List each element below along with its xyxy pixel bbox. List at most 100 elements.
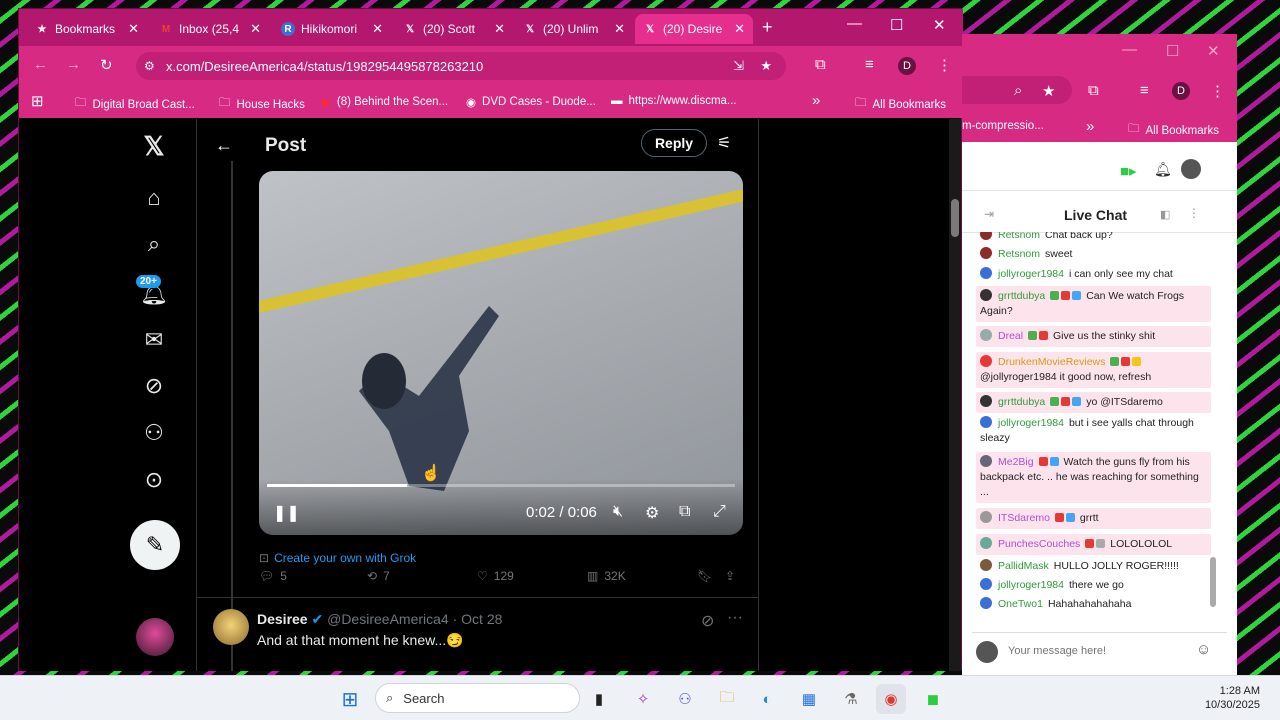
- chat-username[interactable]: Me2Big: [998, 456, 1034, 468]
- author-handle[interactable]: @DesireeAmerica4: [327, 611, 449, 627]
- emoji-icon[interactable]: ☺: [1196, 641, 1211, 658]
- share-icon[interactable]: ⇪: [725, 569, 735, 583]
- close-icon[interactable]: ✕: [372, 21, 383, 37]
- forward-icon[interactable]: →: [66, 56, 81, 73]
- minimize-icon[interactable]: —: [847, 15, 862, 32]
- chat-username[interactable]: grrttdubya: [998, 290, 1045, 302]
- all-bookmarks[interactable]: 🗀 All Bookmarks: [1128, 121, 1219, 140]
- tab-scott[interactable]: 𝕏 (20) Scott ✕: [395, 14, 513, 44]
- post-date[interactable]: · Oct 28: [453, 611, 503, 627]
- chat-username[interactable]: Dreal: [998, 330, 1023, 342]
- chat-username[interactable]: Retsnom: [998, 232, 1040, 241]
- tab-desiree[interactable]: 𝕏 (20) Desire ✕: [635, 14, 753, 44]
- chat-username[interactable]: ITSdaremo: [998, 512, 1050, 524]
- chat-username[interactable]: DrunkenMovieReviews: [998, 356, 1105, 368]
- apps-grid-icon[interactable]: ⊞: [31, 92, 44, 110]
- video-progress-bar[interactable]: [267, 484, 735, 487]
- chat-username[interactable]: PunchesCouches: [998, 538, 1080, 550]
- tab-hikikomori[interactable]: R Hikikomori ✕: [273, 14, 391, 44]
- scrollbar-thumb[interactable]: [951, 199, 959, 237]
- site-info-icon[interactable]: ⚙: [144, 59, 155, 73]
- author-avatar[interactable]: [213, 609, 249, 645]
- chat-menu-icon[interactable]: ⋮: [1188, 206, 1200, 220]
- scrollbar-thumb[interactable]: [1210, 557, 1216, 607]
- bookmark-icon[interactable]: 🔖︎: [697, 569, 712, 583]
- chat-message-input[interactable]: [1008, 641, 1188, 661]
- new-tab-icon[interactable]: +: [762, 17, 773, 38]
- tab-bookmarks[interactable]: ★ Bookmarks ✕: [27, 14, 147, 44]
- tab-search-icon[interactable]: ⧉: [815, 56, 826, 73]
- chat-app-icon[interactable]: ◼: [918, 684, 948, 714]
- video-player[interactable]: ❚❚ 0:02 / 0:06 🔇︎ ⚙ ⧉ ⤢ ☝: [259, 171, 743, 535]
- tab-unlim[interactable]: 𝕏 (20) Unlim ✕: [515, 14, 633, 44]
- chat-username[interactable]: PallidMask: [998, 560, 1049, 572]
- reload-icon[interactable]: ↻: [100, 56, 113, 74]
- url-input[interactable]: ⚙ x.com/DesireeAmerica4/status/198295449…: [136, 52, 786, 80]
- home-icon[interactable]: ⌂: [137, 181, 171, 215]
- media-control-icon[interactable]: ≡: [1140, 82, 1149, 99]
- profile-icon[interactable]: ⚇: [137, 416, 171, 450]
- chat-username[interactable]: jollyroger1984: [998, 417, 1064, 429]
- filter-icon[interactable]: ⚟: [717, 133, 731, 153]
- chat-username[interactable]: jollyroger1984: [998, 268, 1064, 280]
- chrome-icon[interactable]: ◉: [876, 684, 906, 714]
- author-name[interactable]: Desiree: [257, 611, 308, 627]
- teams-icon[interactable]: ⚇: [670, 684, 700, 714]
- close-icon[interactable]: ✕: [614, 21, 625, 37]
- minimize-icon[interactable]: —: [1122, 41, 1137, 58]
- copilot-icon[interactable]: ✧: [628, 684, 658, 714]
- profile-avatar[interactable]: D: [1172, 82, 1190, 100]
- file-explorer-icon[interactable]: 🗀: [712, 684, 742, 714]
- all-bookmarks[interactable]: 🗀 All Bookmarks: [855, 95, 946, 114]
- window-close-icon[interactable]: ✕: [933, 16, 946, 34]
- go-live-icon[interactable]: ■▸: [1120, 162, 1137, 180]
- bookmark-item[interactable]: m-compressio...: [962, 120, 1044, 132]
- mute-icon[interactable]: 🔇︎: [613, 503, 623, 521]
- like-count[interactable]: ♡ 129: [477, 569, 514, 583]
- chat-scrollbar[interactable]: [1210, 237, 1216, 617]
- compose-post-button[interactable]: ✎: [130, 520, 180, 570]
- page-scrollbar[interactable]: [949, 119, 961, 671]
- messages-icon[interactable]: ✉: [137, 323, 171, 357]
- more-options-icon[interactable]: ···: [727, 609, 743, 627]
- store-icon[interactable]: ▦: [794, 684, 824, 714]
- more-bookmarks-icon[interactable]: »: [1086, 118, 1094, 135]
- popout-icon[interactable]: ◧: [1160, 208, 1170, 221]
- maximize-icon[interactable]: ☐: [890, 16, 903, 34]
- taskbar-search[interactable]: ⌕ Search: [375, 683, 580, 713]
- view-count[interactable]: ▥ 32K: [587, 569, 626, 583]
- close-icon[interactable]: ✕: [250, 21, 261, 37]
- bookmark-item[interactable]: 🗀 House Hacks: [219, 95, 305, 114]
- more-icon[interactable]: ⊙: [137, 463, 171, 497]
- bookmark-star-icon[interactable]: ★: [760, 58, 772, 74]
- chat-username[interactable]: Retsnom: [998, 248, 1040, 260]
- pause-icon[interactable]: ❚❚: [273, 503, 300, 523]
- more-bookmarks-icon[interactable]: »: [812, 92, 820, 109]
- user-avatar[interactable]: [1181, 159, 1201, 179]
- fullscreen-icon[interactable]: ⤢: [713, 503, 726, 521]
- grok-icon[interactable]: ⊘: [701, 611, 714, 631]
- window-close-icon[interactable]: ✕: [1207, 42, 1220, 60]
- notification-bell-icon[interactable]: 🔔︎: [1154, 161, 1172, 178]
- tab-search-icon[interactable]: ⧉: [1088, 82, 1099, 99]
- bookmark-item[interactable]: ▬ https://www.discma...: [611, 95, 737, 107]
- app-icon[interactable]: ⚗: [836, 684, 866, 714]
- collapse-chat-icon[interactable]: ⇥: [984, 207, 994, 221]
- task-view-icon[interactable]: ▮: [584, 684, 614, 714]
- grok-icon[interactable]: ⊘: [137, 369, 171, 403]
- repost-count[interactable]: ⟲ 7: [367, 569, 390, 583]
- bookmark-star-icon[interactable]: ★: [1042, 82, 1055, 100]
- grok-link[interactable]: ⊡ Create your own with Grok: [259, 551, 416, 565]
- back-icon[interactable]: ←: [33, 56, 48, 73]
- bookmark-item[interactable]: ◉ DVD Cases - Duode...: [466, 95, 596, 109]
- menu-icon[interactable]: ⋮: [1210, 82, 1225, 100]
- system-clock[interactable]: 1:28 AM 10/30/2025: [1205, 684, 1260, 712]
- reply-button[interactable]: Reply: [641, 129, 707, 157]
- close-icon[interactable]: ✕: [734, 21, 745, 37]
- search-icon[interactable]: ⌕: [137, 227, 171, 261]
- maximize-icon[interactable]: ☐: [1166, 42, 1179, 60]
- profile-avatar[interactable]: D: [898, 57, 916, 75]
- edge-icon[interactable]: ◐: [752, 684, 782, 714]
- menu-icon[interactable]: ⋮: [937, 56, 952, 74]
- close-icon[interactable]: ✕: [128, 21, 139, 37]
